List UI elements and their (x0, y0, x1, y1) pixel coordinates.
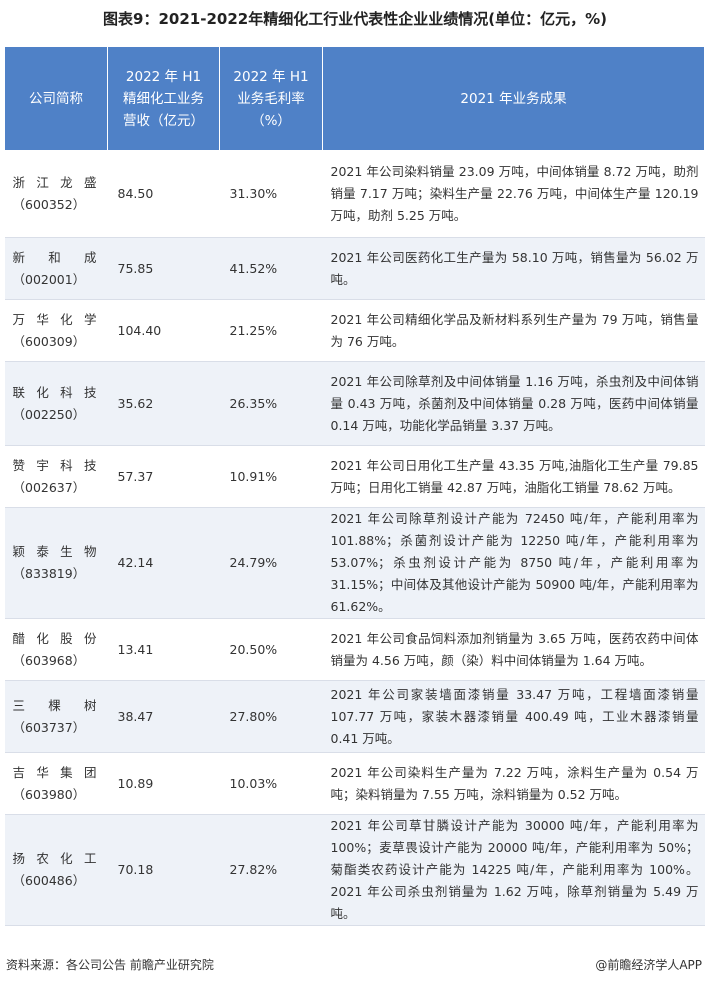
margin-cell: 27.80% (219, 680, 323, 753)
company-name: 赞宇科技 (12, 457, 97, 473)
company-cell: 扬农化工 （600486） (4, 814, 108, 926)
company-name: 新和成 (12, 249, 97, 265)
margin-cell: 24.79% (219, 507, 323, 619)
stock-code: （600309） (12, 333, 86, 349)
source-note: 资料来源：各公司公告 前瞻产业研究院 (6, 958, 214, 972)
company-name: 颖泰生物 (12, 544, 97, 559)
header-revenue: 2022 年 H1 精细化工业务 营收（亿元） (107, 46, 220, 151)
company-name: 浙江龙盛 (12, 175, 97, 190)
table-row: 万华化学 （600309） 104.40 21.25% 2021 年公司精细化学品及新材… (4, 299, 705, 362)
result-cell: 2021 年公司除草剂及中间体销量 1.16 万吨，杀虫剂及中间体销量 0.43… (322, 361, 705, 446)
table-row: 三棵树 （603737） 38.47 27.80% 2021 年公司家装墙面漆销量 33… (4, 680, 705, 753)
revenue-cell: 57.37 (107, 445, 220, 508)
stock-code: （603980） (12, 786, 86, 802)
company-name: 联化科技 (12, 384, 97, 400)
footer: 资料来源：各公司公告 前瞻产业研究院 @前瞻经济学人APP (6, 956, 702, 976)
stock-code: （600486） (12, 873, 86, 888)
table-row: 联化科技 （002250） 35.62 26.35% 2021 年公司除草剂及中间体销量… (4, 361, 705, 446)
company-name: 万华化学 (12, 311, 97, 327)
table-header-row: 公司简称 2022 年 H1 精细化工业务 营收（亿元） 2022 年 H1 业… (4, 46, 705, 151)
result-cell: 2021 年公司染料销量 23.09 万吨，中间体销量 8.72 万吨，助剂销量… (322, 150, 705, 238)
result-cell: 2021 年公司草甘膦设计产能为 30000 吨/年，产能利用率为 100%；麦… (322, 814, 705, 926)
revenue-cell: 13.41 (107, 618, 220, 681)
margin-cell: 10.91% (219, 445, 323, 508)
table-row: 醋化股份 （603968） 13.41 20.50% 2021 年公司食品饲料添加剂销量… (4, 618, 705, 681)
table-row: 浙江龙盛 （600352） 84.50 31.30% 2021 年公司染料销量 23.0… (4, 150, 705, 238)
stock-code: （002001） (12, 271, 86, 287)
table-row: 新和成 （002001） 75.85 41.52% 2021 年公司医药化工生产量为 5… (4, 237, 705, 300)
table-row: 颖泰生物 （833819） 42.14 24.79% 2021 年公司除草剂设计产能为 … (4, 507, 705, 619)
company-name: 吉华集团 (12, 764, 97, 780)
stock-code: （603737） (12, 719, 86, 735)
performance-table-container: 公司简称 2022 年 H1 精细化工业务 营收（亿元） 2022 年 H1 业… (4, 46, 705, 926)
performance-table: 公司简称 2022 年 H1 精细化工业务 营收（亿元） 2022 年 H1 业… (4, 46, 705, 926)
company-cell: 赞宇科技 （002637） (4, 445, 108, 508)
chart-title: 图表9：2021-2022年精细化工行业代表性企业业绩情况(单位：亿元，%) (103, 10, 607, 28)
revenue-cell: 42.14 (107, 507, 220, 619)
stock-code: （600352） (12, 197, 86, 212)
header-margin: 2022 年 H1 业务毛利率 （%） (219, 46, 323, 151)
table-row: 赞宇科技 （002637） 57.37 10.91% 2021 年公司日用化工生产量 4… (4, 445, 705, 508)
header-company: 公司简称 (4, 46, 108, 151)
revenue-cell: 75.85 (107, 237, 220, 300)
revenue-cell: 38.47 (107, 680, 220, 753)
revenue-cell: 10.89 (107, 752, 220, 815)
stock-code: （833819） (12, 566, 86, 581)
company-name: 醋化股份 (12, 630, 97, 646)
brand-mark: @前瞻经济学人APP (595, 956, 702, 973)
company-cell: 万华化学 （600309） (4, 299, 108, 362)
revenue-cell: 70.18 (107, 814, 220, 926)
company-cell: 吉华集团 （603980） (4, 752, 108, 815)
result-cell: 2021 年公司染料生产量为 7.22 万吨，涂料生产量为 0.54 万吨；染料… (322, 752, 705, 815)
stock-code: （603968） (12, 652, 86, 668)
header-result: 2021 年业务成果 (322, 46, 705, 151)
revenue-cell: 104.40 (107, 299, 220, 362)
margin-cell: 10.03% (219, 752, 323, 815)
table-body: 浙江龙盛 （600352） 84.50 31.30% 2021 年公司染料销量 23.0… (4, 150, 705, 926)
company-name: 扬农化工 (12, 851, 97, 866)
revenue-cell: 35.62 (107, 361, 220, 446)
table-row: 扬农化工 （600486） 70.18 27.82% 2021 年公司草甘膦设计产能为 … (4, 814, 705, 926)
revenue-cell: 84.50 (107, 150, 220, 238)
margin-cell: 31.30% (219, 150, 323, 238)
result-cell: 2021 年公司食品饲料添加剂销量为 3.65 万吨，医药农药中间体销量为 4.… (322, 618, 705, 681)
company-cell: 醋化股份 （603968） (4, 618, 108, 681)
result-cell: 2021 年公司精细化学品及新材料系列生产量为 79 万吨，销售量为 76 万吨… (322, 299, 705, 362)
stock-code: （002637） (12, 479, 86, 495)
company-cell: 颖泰生物 （833819） (4, 507, 108, 619)
table-row: 吉华集团 （603980） 10.89 10.03% 2021 年公司染料生产量为 7.… (4, 752, 705, 815)
company-cell: 联化科技 （002250） (4, 361, 108, 446)
company-cell: 新和成 （002001） (4, 237, 108, 300)
result-cell: 2021 年公司除草剂设计产能为 72450 吨/年，产能利用率为 101.88… (322, 507, 705, 619)
result-cell: 2021 年公司家装墙面漆销量 33.47 万吨，工程墙面漆销量 107.77 … (322, 680, 705, 753)
company-cell: 浙江龙盛 （600352） (4, 150, 108, 238)
margin-cell: 27.82% (219, 814, 323, 926)
margin-cell: 41.52% (219, 237, 323, 300)
company-cell: 三棵树 （603737） (4, 680, 108, 753)
result-cell: 2021 年公司医药化工生产量为 58.10 万吨，销售量为 56.02 万吨。 (322, 237, 705, 300)
margin-cell: 21.25% (219, 299, 323, 362)
stock-code: （002250） (12, 406, 86, 422)
brand-text: @前瞻经济学人APP (595, 958, 702, 972)
company-name: 三棵树 (12, 697, 97, 713)
margin-cell: 26.35% (219, 361, 323, 446)
result-cell: 2021 年公司日用化工生产量 43.35 万吨,油脂化工生产量 79.85 万… (322, 445, 705, 508)
margin-cell: 20.50% (219, 618, 323, 681)
